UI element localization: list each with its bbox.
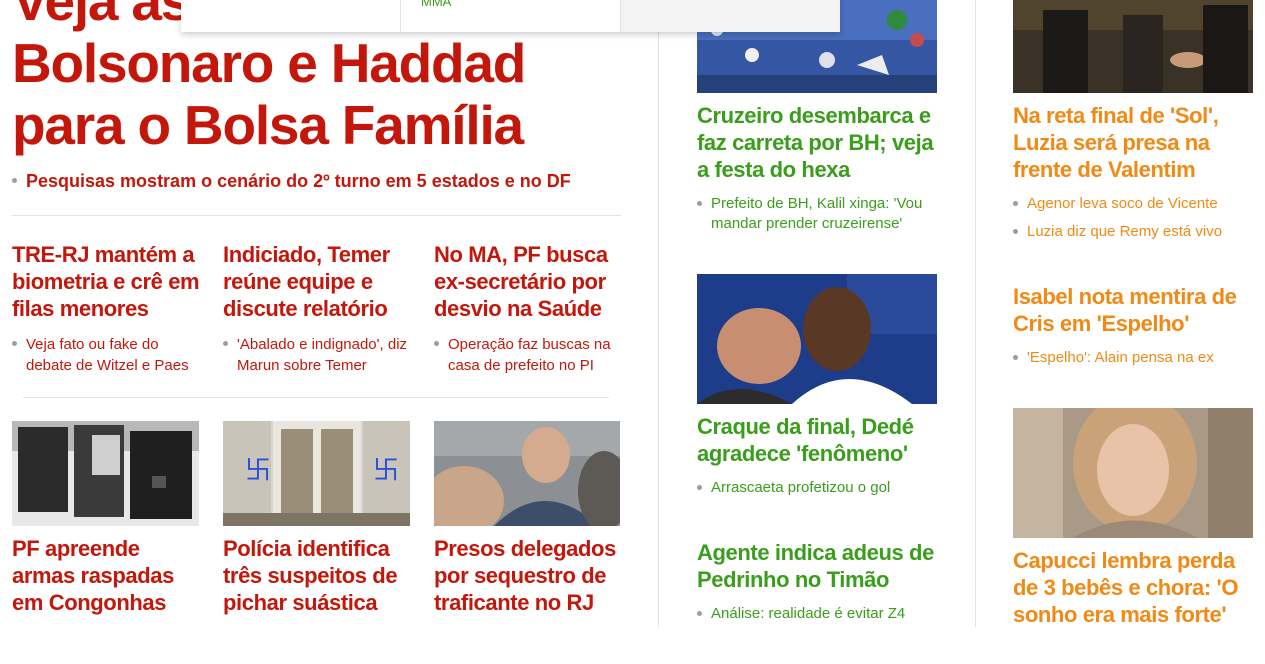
sports-related-link[interactable]: Arrascaeta profetizou o gol <box>697 478 947 498</box>
entertainment-headline[interactable]: Isabel nota mentira de Cris em 'Espelho' <box>1013 283 1263 337</box>
sports-headline[interactable]: Agente indica adeus de Pedrinho no Timão <box>697 539 947 593</box>
column-divider <box>975 0 976 627</box>
seized-firearms-photo[interactable] <box>12 421 199 526</box>
story-title[interactable]: No MA, PF busca ex-secretário por desvio… <box>434 241 624 322</box>
telenovela-scene-photo[interactable] <box>1013 0 1253 93</box>
swastika-graffiti-door-photo[interactable]: 卐 卐 <box>223 421 410 526</box>
story-title[interactable]: Indiciado, Temer reúne equipe e discute … <box>223 241 413 322</box>
svg-text:卐: 卐 <box>373 456 399 486</box>
entertainment-headline[interactable]: Na reta final de 'Sol', Luzia será presa… <box>1013 102 1263 183</box>
story-pf-ma: No MA, PF busca ex-secretário por desvio… <box>434 241 624 376</box>
photo-story-title[interactable]: Presos delegados por sequestro de trafic… <box>434 535 624 616</box>
photo-story-title[interactable]: PF apreende armas raspadas em Congonhas <box>12 535 202 616</box>
photo-story-title[interactable]: Polícia identifica três suspeitos de pic… <box>223 535 413 616</box>
nav-dropdown-menu: MMA <box>181 0 840 32</box>
dropdown-column: MMA <box>401 0 621 32</box>
sports-headline[interactable]: Cruzeiro desembarca e faz carreta por BH… <box>697 102 947 183</box>
story-related-link[interactable]: 'Abalado e indignado', diz Marun sobre T… <box>223 334 413 376</box>
entertainment-headline[interactable]: Capucci lembra perda de 3 bebês e chora:… <box>1013 547 1263 628</box>
dropdown-column <box>621 0 840 32</box>
arrested-man-photo[interactable] <box>434 421 620 526</box>
sports-related-link[interactable]: Prefeito de BH, Kalil xinga: 'Vou mandar… <box>697 194 947 234</box>
woman-crying-photo[interactable] <box>1013 408 1253 538</box>
entertainment-related-link[interactable]: 'Espelho': Alain pensa na ex <box>1013 348 1263 368</box>
divider <box>23 397 609 398</box>
story-tre-rj: TRE-RJ mantém a biometria e crê em filas… <box>12 241 202 376</box>
dropdown-link-mma[interactable]: MMA <box>421 0 451 9</box>
divider <box>12 215 621 216</box>
main-related-link[interactable]: Pesquisas mostram o cenário do 2º turno … <box>12 170 636 192</box>
story-title[interactable]: TRE-RJ mantém a biometria e crê em filas… <box>12 241 202 322</box>
entertainment-related-link[interactable]: Luzia diz que Remy está vivo <box>1013 222 1263 242</box>
story-related-link[interactable]: Veja fato ou fake do debate de Witzel e … <box>12 334 202 376</box>
column-divider <box>658 0 659 627</box>
story-related-link[interactable]: Operação faz buscas na casa de prefeito … <box>434 334 624 376</box>
story-temer: Indiciado, Temer reúne equipe e discute … <box>223 241 413 376</box>
players-embrace-photo[interactable] <box>697 274 937 404</box>
sports-related-link[interactable]: Análise: realidade é evitar Z4 <box>697 604 947 624</box>
dropdown-column <box>181 0 401 32</box>
entertainment-related-link[interactable]: Agenor leva soco de Vicente <box>1013 194 1263 214</box>
svg-text:卐: 卐 <box>245 456 271 486</box>
sports-headline[interactable]: Craque da final, Dedé agradece 'fenômeno… <box>697 413 947 467</box>
